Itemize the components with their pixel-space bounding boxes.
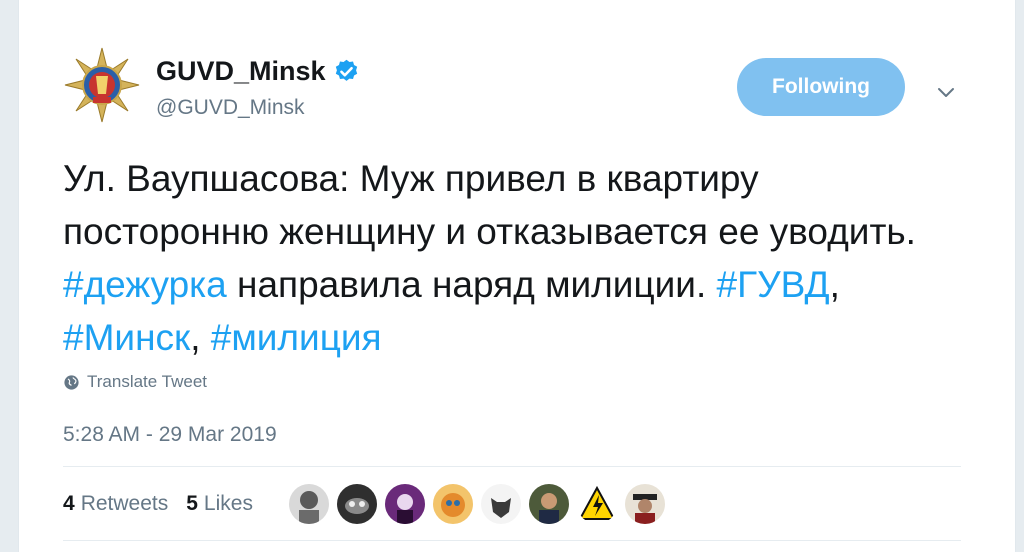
tweet-text-segment: ,	[190, 317, 211, 358]
chevron-down-icon[interactable]	[934, 80, 958, 104]
liker-avatar[interactable]	[577, 484, 617, 524]
likes-count: 5	[186, 492, 198, 515]
divider	[63, 540, 961, 541]
retweets-stat[interactable]: 4 Retweets	[63, 492, 168, 516]
tweet-stats: 4 Retweets 5 Likes	[63, 492, 271, 516]
hashtag-link[interactable]: #ГУВД	[717, 264, 830, 305]
liker-avatars	[289, 484, 673, 524]
translate-tweet-link[interactable]: Translate Tweet	[63, 372, 207, 392]
retweets-label: Retweets	[80, 492, 169, 515]
divider	[63, 466, 961, 467]
verified-badge-icon	[335, 59, 357, 81]
hashtag-link[interactable]: #Минск	[63, 317, 190, 358]
likes-stat[interactable]: 5 Likes	[186, 492, 253, 516]
user-avatar[interactable]	[63, 46, 141, 124]
liker-avatar[interactable]	[529, 484, 569, 524]
hashtag-link[interactable]: #милиция	[211, 317, 382, 358]
police-emblem-icon	[64, 47, 140, 123]
tweet-text: Ул. Ваупшасова: Муж привел в квартиру по…	[63, 152, 963, 364]
user-handle[interactable]: @GUVD_Minsk	[156, 96, 305, 120]
following-button[interactable]: Following	[737, 58, 905, 116]
hashtag-link[interactable]: #дежурка	[63, 264, 227, 305]
globe-icon	[64, 374, 79, 390]
tweet-card: GUVD_Minsk @GUVD_Minsk Following Ул. Вау…	[18, 0, 1016, 552]
liker-avatar[interactable]	[385, 484, 425, 524]
retweets-count: 4	[63, 492, 75, 515]
name-row: GUVD_Minsk	[156, 56, 360, 87]
tweet-text-segment: Ул. Ваупшасова: Муж привел в квартиру по…	[63, 158, 916, 252]
tweet-text-segment: ,	[829, 264, 840, 305]
liker-avatar[interactable]	[289, 484, 329, 524]
likes-label: Likes	[203, 492, 253, 515]
liker-avatar[interactable]	[481, 484, 521, 524]
tweet-text-segment: направила наряд милиции.	[226, 264, 717, 305]
translate-label: Translate Tweet	[87, 372, 208, 391]
liker-avatar[interactable]	[433, 484, 473, 524]
tweet-timestamp[interactable]: 5:28 AM - 29 Mar 2019	[63, 423, 277, 447]
display-name[interactable]: GUVD_Minsk	[156, 56, 326, 87]
liker-avatar[interactable]	[337, 484, 377, 524]
liker-avatar[interactable]	[625, 484, 665, 524]
